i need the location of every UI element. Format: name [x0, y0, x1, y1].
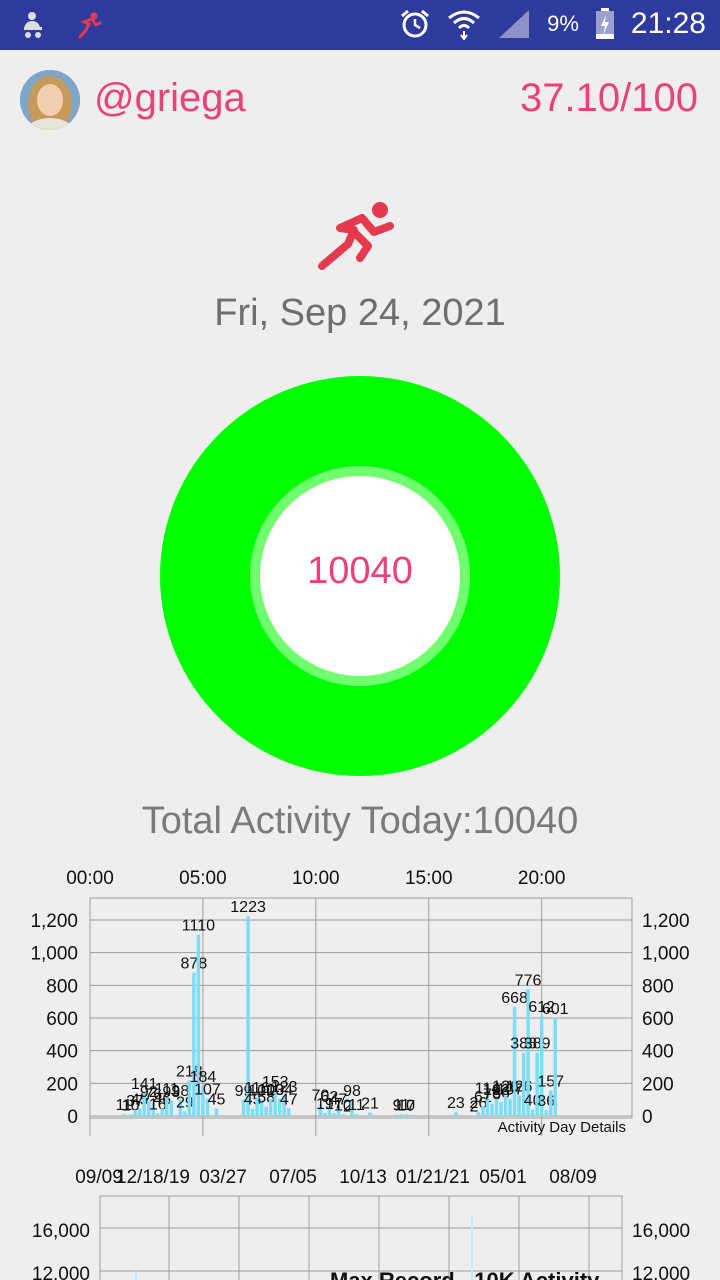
y-tick-label-right: 12,000 — [632, 1264, 690, 1280]
activity-bar — [137, 1108, 142, 1116]
y-tick-label-left: 600 — [46, 1009, 78, 1030]
y-tick-label-left: 16,000 — [32, 1221, 90, 1242]
bar-value-label: 389 — [524, 1035, 551, 1052]
activity-bar — [476, 1111, 481, 1116]
chart-legend: Activity Day Details — [498, 1119, 626, 1136]
activity-bar — [544, 1110, 548, 1116]
status-bar: 9% 21:28 — [0, 0, 720, 50]
activity-bar — [399, 1114, 404, 1116]
x-tick-label: 20:00 — [518, 868, 566, 889]
x-tick-label: 08/09 — [549, 1167, 597, 1188]
activity-bar — [122, 1114, 126, 1116]
bar-value-label: 668 — [501, 990, 528, 1007]
x-tick-label: 10/13 — [339, 1167, 387, 1188]
y-tick-label-left: 200 — [46, 1074, 78, 1095]
activity-bar — [368, 1112, 372, 1116]
date-label: Fri, Sep 24, 2021 — [214, 292, 506, 334]
y-tick-label-left: 0 — [67, 1107, 78, 1128]
activity-bar — [156, 1113, 160, 1116]
activity-bar — [250, 1108, 255, 1116]
clock: 21:28 — [630, 7, 706, 40]
battery-charging-icon — [595, 8, 614, 39]
activity-bar — [517, 1095, 521, 1116]
activity-bar — [508, 1098, 512, 1116]
y-tick-label-right: 0 — [642, 1107, 653, 1128]
activity-bar — [183, 1111, 187, 1116]
total-activity: Total Activity Today:10040 — [141, 800, 579, 842]
x-tick-label: 05:00 — [179, 868, 227, 889]
x-tick-label: 00:00 — [66, 868, 114, 889]
y-tick-label-right: 800 — [642, 976, 674, 997]
bar-value-label: 1110 — [182, 918, 215, 935]
donut-value: 10040 — [307, 550, 413, 592]
x-tick-label: 15:00 — [405, 868, 453, 889]
activity-bar — [454, 1112, 458, 1116]
username[interactable]: @griega — [94, 76, 246, 121]
activity-bar — [530, 1109, 535, 1116]
battery-percent: 9% — [547, 11, 579, 36]
bar-value-label: 36 — [537, 1093, 555, 1110]
activity-bar — [490, 1103, 494, 1116]
activity-bar — [395, 1114, 399, 1116]
y-tick-label-left: 400 — [46, 1042, 78, 1063]
baby-carriage-icon — [24, 12, 42, 38]
activity-bar — [268, 1099, 273, 1116]
bar-value-label: 47 — [280, 1091, 298, 1108]
day-activity-chart: 00:00 05:00 10:00 15:00 20:00 0 0 200 200 400 400 6… — [30, 868, 690, 1136]
activity-bar — [169, 1100, 174, 1116]
bar-value-label: 601 — [542, 1001, 569, 1018]
activity-bar — [548, 1090, 553, 1116]
activity-bar — [214, 1108, 219, 1116]
y-tick-label-right: 16,000 — [632, 1221, 690, 1242]
activity-bar — [512, 1006, 517, 1116]
alarm-icon — [401, 9, 430, 38]
chart-title: Max Record - 10K Activity — [330, 1268, 600, 1280]
bar-value-label: 878 — [181, 956, 208, 973]
runner-icon — [318, 202, 394, 270]
bar-value-label: 23 — [447, 1095, 465, 1112]
activity-bar — [128, 1114, 133, 1116]
activity-bar — [133, 1109, 137, 1116]
x-tick-label: 12/18/19 — [116, 1167, 190, 1188]
y-tick-label-left: 1,200 — [30, 911, 78, 932]
bar-value-label: 776 — [515, 972, 542, 989]
runner-icon — [78, 12, 102, 39]
profile-header: @griega 37.10/100 — [20, 70, 700, 132]
avatar[interactable] — [20, 70, 80, 130]
activity-bar — [553, 1017, 557, 1116]
y-tick-label-left: 800 — [46, 976, 78, 997]
y-tick-label-right: 1,000 — [642, 944, 690, 965]
signal-icon — [499, 10, 530, 38]
y-tick-label-right: 400 — [642, 1042, 674, 1063]
x-tick-label: 07/05 — [269, 1167, 317, 1188]
bar-value-label: 29 — [176, 1094, 194, 1111]
history-chart: 09/0912/18/19 03/27 07/05 10/13 01/21/21 05/0… — [32, 1167, 690, 1280]
y-tick-label-left: 12,000 — [32, 1264, 90, 1280]
bar-value-label: 7 — [406, 1098, 415, 1115]
bar-value-label: 1223 — [230, 899, 266, 916]
x-tick-label: 03/27 — [199, 1167, 247, 1188]
y-tick-label-right: 1,200 — [642, 911, 690, 932]
bar-value-label: 21 — [361, 1096, 379, 1113]
x-tick-label: 05/01 — [479, 1167, 527, 1188]
activity-bar — [354, 1114, 359, 1116]
activity-bar — [286, 1108, 291, 1116]
y-tick-label-right: 600 — [642, 1009, 674, 1030]
activity-bar — [499, 1101, 503, 1116]
activity-bar — [481, 1106, 485, 1116]
y-tick-label-left: 1,000 — [30, 944, 78, 965]
x-tick-label: 10:00 — [292, 868, 340, 889]
wifi-icon — [448, 10, 481, 40]
y-tick-label-right: 200 — [642, 1074, 674, 1095]
score: 37.10/100 — [520, 76, 698, 120]
activity-bar — [160, 1108, 165, 1116]
activity-bar — [264, 1106, 268, 1116]
x-tick-label: 01/21/21 — [396, 1167, 470, 1188]
activity-bar — [408, 1114, 413, 1116]
activity-bar — [323, 1112, 327, 1116]
bar-value-label: 45 — [208, 1092, 226, 1109]
bar-value-label: 157 — [537, 1073, 564, 1090]
